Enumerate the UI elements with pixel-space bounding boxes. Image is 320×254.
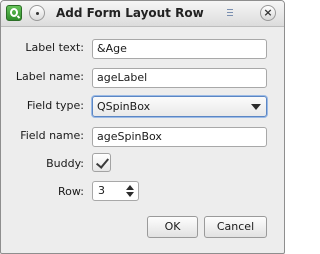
- buddy-checkbox[interactable]: [92, 153, 111, 172]
- row-spinbox[interactable]: 3: [92, 181, 139, 201]
- row-value: 3: [98, 184, 105, 197]
- label-name-input[interactable]: ageLabel: [92, 68, 267, 88]
- grip-icon: [227, 9, 233, 18]
- add-form-layout-row-dialog: Add Form Layout Row × Label text: &Age L…: [0, 0, 285, 254]
- field-type-combo[interactable]: QSpinBox: [92, 96, 267, 117]
- checkmark-icon: [95, 155, 110, 169]
- label-text-label: Label text:: [25, 41, 84, 54]
- title-bar[interactable]: Add Form Layout Row ×: [1, 1, 284, 27]
- close-button[interactable]: ×: [260, 5, 276, 21]
- field-name-label: Field name:: [20, 129, 84, 142]
- spin-up-icon[interactable]: [126, 185, 134, 190]
- chevron-down-icon: [251, 104, 261, 110]
- qt-app-icon: [6, 5, 22, 21]
- label-name-label: Label name:: [15, 70, 84, 83]
- label-text-input[interactable]: &Age: [92, 39, 267, 59]
- window-title: Add Form Layout Row: [56, 6, 204, 20]
- cancel-button[interactable]: Cancel: [204, 216, 267, 238]
- field-name-input[interactable]: ageSpinBox: [92, 127, 267, 147]
- ok-button[interactable]: OK: [147, 216, 198, 238]
- buddy-label: Buddy:: [46, 157, 84, 170]
- field-type-label: Field type:: [26, 99, 84, 112]
- row-label: Row:: [58, 185, 84, 198]
- window-menu-button[interactable]: [29, 5, 45, 21]
- spin-down-icon[interactable]: [126, 192, 134, 197]
- field-type-value: QSpinBox: [97, 100, 151, 113]
